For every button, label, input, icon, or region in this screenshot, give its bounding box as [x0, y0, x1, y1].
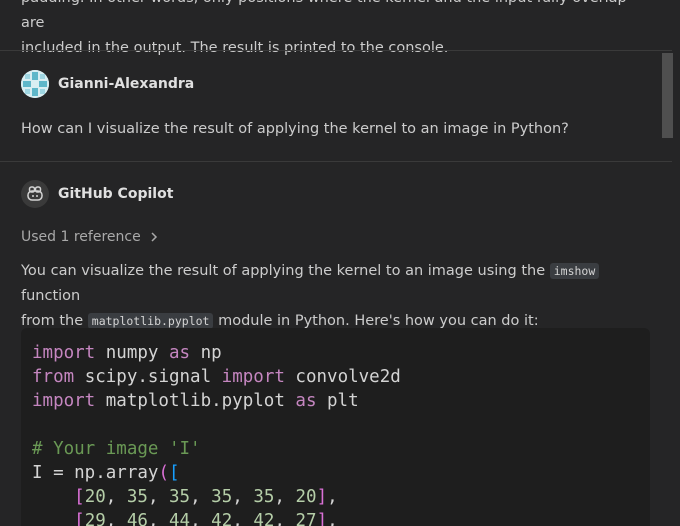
code-bracket: [	[168, 463, 180, 483]
previous-message-text: padding. In other words, only positions …	[21, 0, 651, 61]
answer-text-part-1: You can visualize the result of applying…	[21, 263, 550, 279]
code-bracket: [	[74, 511, 85, 526]
answer-text-part-2: function	[21, 288, 81, 304]
code-token: as	[168, 343, 191, 363]
code-line: [29, 46, 44, 42, 42, 27],	[32, 511, 338, 526]
code-bracket: [	[74, 487, 85, 507]
code-line: I = np.array([	[32, 463, 180, 483]
copilot-author-name: GitHub Copilot	[58, 186, 174, 202]
code-token: matplotlib.pyplot	[95, 391, 296, 411]
code-token: ,	[327, 511, 338, 526]
code-line: import matplotlib.pyplot as plt	[32, 391, 359, 411]
code-number: 29	[84, 511, 106, 526]
previous-message-line-2: included in the output. The result is pr…	[21, 40, 449, 56]
inline-code-matplotlib: matplotlib.pyplot	[87, 313, 214, 329]
code-number: 42	[253, 511, 275, 526]
references-label: Used 1 reference	[21, 229, 141, 245]
copilot-message-header: GitHub Copilot	[21, 180, 173, 208]
answer-text-part-3: from the	[21, 313, 88, 329]
code-number: 42	[211, 511, 233, 526]
code-number: 20	[84, 487, 106, 507]
code-token: import	[221, 367, 285, 387]
code-number: 35	[169, 487, 191, 507]
code-number: 35	[126, 487, 148, 507]
code-token: np	[190, 343, 222, 363]
code-token: ,	[327, 487, 338, 507]
code-content: import numpy as np from scipy.signal imp…	[32, 341, 401, 526]
code-token: I = np.array	[32, 463, 159, 483]
previous-message-line-1: padding. In other words, only positions …	[21, 0, 627, 31]
code-line: import numpy as np	[32, 343, 222, 363]
message-divider	[0, 50, 672, 51]
message-divider	[0, 161, 672, 162]
chat-panel: padding. In other words, only positions …	[0, 0, 680, 526]
code-number: 44	[169, 511, 191, 526]
code-bracket: (	[158, 463, 169, 483]
code-token: from	[32, 367, 75, 387]
code-token: as	[295, 391, 317, 411]
code-number: 35	[211, 487, 233, 507]
code-line: [20, 35, 35, 35, 35, 20],	[32, 487, 338, 507]
code-token: import	[32, 343, 96, 363]
code-line: # Your image 'I'	[32, 439, 201, 459]
user-message-header: Gianni-Alexandra	[21, 70, 194, 98]
code-token: convolve2d	[284, 367, 401, 387]
answer-text-part-4: module in Python. Here's how you can do …	[213, 313, 539, 329]
scrollbar-thumb[interactable]	[662, 53, 673, 138]
code-token: scipy.signal	[74, 367, 222, 387]
code-token: import	[32, 391, 96, 411]
copilot-answer-text: You can visualize the result of applying…	[21, 259, 651, 334]
code-number: 27	[295, 511, 317, 526]
chevron-right-icon	[151, 232, 157, 242]
references-toggle[interactable]: Used 1 reference	[21, 229, 159, 245]
inline-code-imshow: imshow	[549, 263, 600, 279]
code-bracket: ]	[316, 487, 328, 507]
code-block[interactable]: import numpy as np from scipy.signal imp…	[21, 328, 650, 526]
copilot-icon	[21, 180, 49, 208]
user-author-name[interactable]: Gianni-Alexandra	[58, 76, 194, 92]
code-number: 46	[126, 511, 148, 526]
user-message-text: How can I visualize the result of applyi…	[21, 121, 569, 137]
code-line: from scipy.signal import convolve2d	[32, 367, 401, 387]
code-comment: # Your image 'I'	[32, 439, 201, 459]
code-number: 20	[295, 487, 317, 507]
code-token: numpy	[95, 343, 169, 363]
code-number: 35	[253, 487, 275, 507]
code-bracket: ]	[316, 511, 328, 526]
code-token: plt	[316, 391, 359, 411]
answer-line-1: You can visualize the result of applying…	[21, 259, 651, 309]
user-avatar-icon[interactable]	[21, 70, 49, 98]
